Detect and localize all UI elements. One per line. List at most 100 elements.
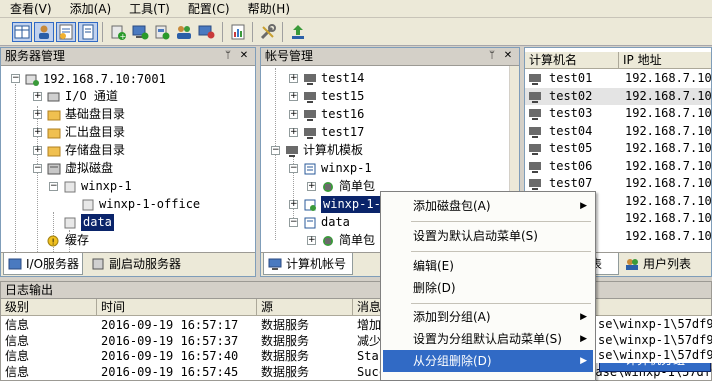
collapse-toggle[interactable]: − [271,146,280,155]
menu-set-default-boot[interactable]: 设置为默认启动菜单(S) [383,225,593,247]
log-title: 日志输出 [1,282,711,299]
expand-toggle[interactable]: + [289,92,298,101]
tab-secondary-boot-server[interactable]: 副启动服务器 [87,253,187,275]
tree-winxp1[interactable]: winxp-1 [81,178,132,195]
expand-toggle[interactable]: + [289,128,298,137]
submenu-arrow-icon: ▶ [580,334,587,344]
pin-icon[interactable]: ᛘ [221,49,235,63]
tree-test14[interactable]: test14 [321,70,364,87]
collapse-toggle[interactable]: − [33,164,42,173]
table-row[interactable]: test07 192.168.7.106 [525,175,712,192]
expand-toggle[interactable]: + [33,110,42,119]
computer-icon [303,91,317,103]
tree-computer-template[interactable]: 计算机模板 [303,142,363,159]
menu-remove-from-group[interactable]: 从分组删除(D) ▶ [383,350,593,372]
sync-icon[interactable] [288,22,308,42]
menu-view[interactable]: 查看(V) [0,0,60,18]
expand-toggle[interactable]: + [289,200,298,209]
col-ip-address[interactable]: IP 地址 [619,52,712,69]
expand-toggle[interactable]: + [289,74,298,83]
tree-cache[interactable]: 缓存 [65,232,89,249]
menu-add-disk-package[interactable]: 添加磁盘包(A) ▶ [383,195,593,217]
tree-summary-dir[interactable]: 汇出盘目录 [65,124,125,141]
expand-toggle[interactable]: + [33,146,42,155]
expand-toggle[interactable]: + [33,92,42,101]
tree-server-root[interactable]: 192.168.7.10:7001 [43,71,166,88]
menu-tools[interactable]: 工具(T) [119,0,178,18]
document-icon[interactable] [78,22,98,42]
col-time[interactable]: 时间 [97,299,257,316]
cell-computer-name: test04 [549,123,593,138]
menu-edit[interactable]: 编辑(E) [383,255,593,277]
menu-delete[interactable]: 删除(D) [383,277,593,299]
computer-icon [528,108,542,120]
menu-help[interactable]: 帮助(H) [238,0,298,18]
tree-base-dir[interactable]: 基础盘目录 [65,106,125,123]
submenu-arrow-icon: ▶ [580,356,587,366]
tree-simple-package[interactable]: 简单包 [339,178,375,195]
tree-test15[interactable]: test15 [321,88,364,105]
tools-icon[interactable] [258,22,278,42]
menu-set-group-default-boot[interactable]: 设置为分组默认启动菜单(S) ▶ [383,328,593,350]
expand-toggle[interactable]: + [307,182,316,191]
tree-data[interactable]: data [81,214,114,231]
tree-test17[interactable]: test17 [321,124,364,141]
tab-io-server[interactable]: I/O服务器 [3,253,83,275]
table-row[interactable]: test03 192.168.7.102 [525,105,712,122]
add-user-group-icon[interactable] [174,22,194,42]
tree-winxp1-office[interactable]: winxp-1-office [99,196,200,213]
col-level[interactable]: 级别 [1,299,97,316]
expand-toggle[interactable]: + [307,236,316,245]
close-icon[interactable]: ✕ [501,49,515,63]
menu-config[interactable]: 配置(C) [178,0,238,18]
add-computer-icon[interactable] [130,22,150,42]
log-icon[interactable] [56,22,76,42]
computer-user-icon[interactable] [196,22,216,42]
close-icon[interactable]: ✕ [237,49,251,63]
computer-icon [528,126,542,138]
layout-grid-icon[interactable] [12,22,32,42]
tab-user-list[interactable]: 用户列表 [621,253,711,275]
folder-icon [47,109,61,121]
cell-level: 信息 [5,349,30,363]
col-source[interactable]: 源 [257,299,353,316]
pin-icon[interactable]: ᛘ [485,49,499,63]
menu-add-to-group[interactable]: 添加到分组(A) ▶ [383,306,593,328]
col-computer-name[interactable]: 计算机名 [525,52,619,69]
submenu-arrow-icon: ▶ [580,312,587,322]
submenu-arrow-icon: ▶ [580,201,587,211]
collapse-toggle[interactable]: − [289,164,298,173]
disk-icon [63,217,77,229]
tree-virtual-disk[interactable]: 虚拟磁盘 [65,160,113,177]
tree-simple-package-2[interactable]: 简单包 [339,232,375,249]
cell-computer-name: test06 [549,158,593,173]
add-package-icon[interactable] [152,22,172,42]
expand-toggle[interactable]: + [33,128,42,137]
expand-toggle[interactable]: + [289,110,298,119]
folder-icon [47,145,61,157]
table-row[interactable]: test04 192.168.7.103 [525,123,712,140]
menu-add[interactable]: 添加(A) [60,0,120,18]
cell-message-overflow: se\winxp-1\57df9d80\ [596,331,712,348]
report-icon[interactable] [228,22,248,42]
tab-computer-account[interactable]: 计算机帐号 [263,253,353,275]
cell-ip-address: 192.168.7.109 [625,228,712,243]
table-row[interactable]: test06 192.168.7.105 [525,158,712,175]
tree-io-channel[interactable]: I/O 通道 [65,88,118,105]
collapse-toggle[interactable]: − [289,218,298,227]
add-disk-icon[interactable]: + [108,22,128,42]
cache-icon: ! [47,235,61,247]
disk-icon [63,181,77,193]
tree-storage-dir[interactable]: 存储盘目录 [65,142,125,159]
collapse-toggle[interactable]: − [49,182,58,191]
cell-source: 数据服务 [261,349,310,363]
menu-bar: 查看(V) 添加(A) 工具(T) 配置(C) 帮助(H) [0,0,712,18]
table-row[interactable]: test05 192.168.7.104 [525,140,712,157]
table-row[interactable]: test02 192.168.7.101 [525,87,712,105]
tree-test16[interactable]: test16 [321,106,364,123]
collapse-toggle[interactable]: − [11,74,20,83]
tree-tpl-winxp1[interactable]: winxp-1 [321,160,372,177]
tree-tpl-data[interactable]: data [321,214,350,231]
users-icon[interactable] [34,22,54,42]
table-row[interactable]: test01 192.168.7.100 [525,70,712,87]
